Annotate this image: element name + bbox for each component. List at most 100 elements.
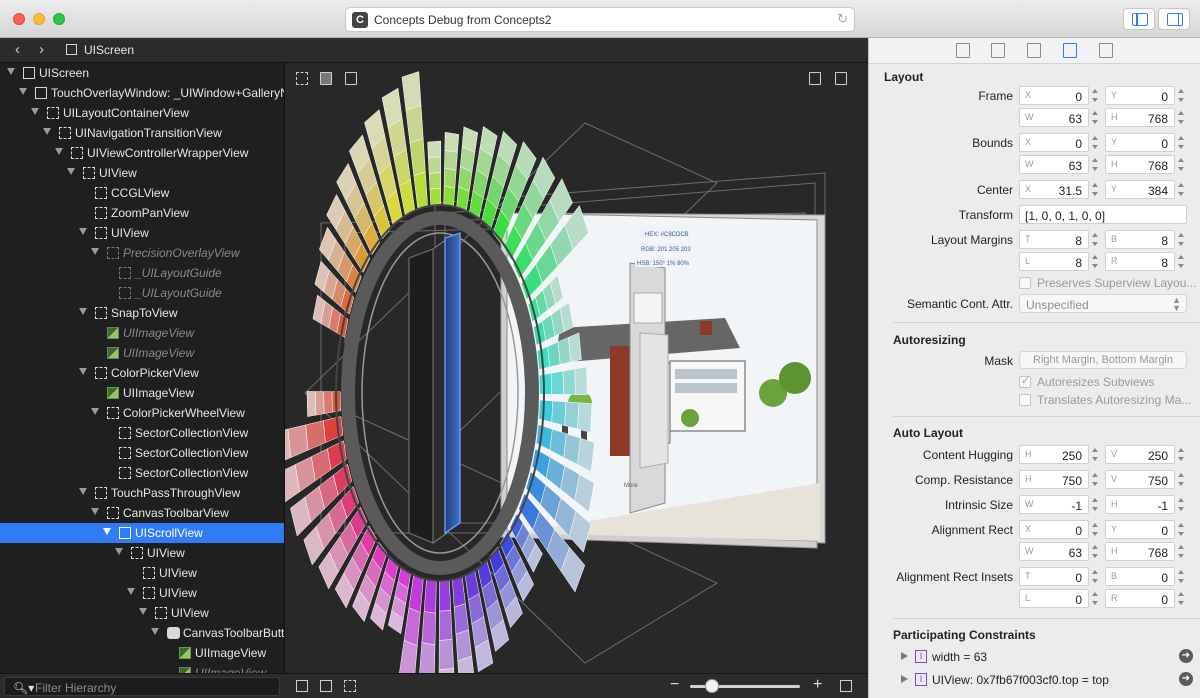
bounds-y-field[interactable]: Y0 [1105,133,1175,152]
outline-row[interactable]: UIViewControllerWrapperView [0,143,284,163]
bounds-h-field[interactable]: H 768 [1105,155,1175,174]
range-icon[interactable] [840,680,852,692]
file-inspector-icon[interactable] [956,43,970,58]
stepper[interactable] [1177,181,1185,198]
show-constraints-icon[interactable] [296,680,308,692]
intrinsic-w-field[interactable]: W -1 [1019,495,1089,514]
stepper[interactable] [1177,496,1185,513]
outline-row[interactable]: ColorPickerWheelView [0,403,284,423]
resistance-h-field[interactable]: H 750 [1019,470,1089,489]
disclosure-triangle-icon[interactable] [79,368,87,375]
disclosure-triangle-icon[interactable] [31,108,39,115]
outline-row[interactable]: SectorCollectionView [0,423,284,443]
stepper[interactable] [1091,156,1099,173]
disclosure-triangle-icon[interactable] [19,88,27,95]
go-arrow-icon[interactable]: ➜ [1179,649,1193,663]
outline-row[interactable]: CanvasToolbarView [0,503,284,523]
outline-row[interactable]: UIView [0,563,284,583]
stepper[interactable] [1177,87,1185,104]
outline-row[interactable]: UIView [0,163,284,183]
disclosure-triangle-icon[interactable] [139,608,147,615]
constraint-row[interactable]: I width = 63 ➜ [893,647,1193,667]
stepper[interactable] [1091,496,1099,513]
autoresizes-checkbox[interactable] [1019,374,1031,388]
stepper[interactable] [1177,253,1185,270]
frame-h-field[interactable]: H 768 [1105,108,1175,127]
inset-left-field[interactable]: L0 [1019,589,1089,608]
stepper[interactable] [1091,568,1099,585]
outline-row[interactable]: UINavigationTransitionView [0,123,284,143]
outline-row[interactable]: UILayoutContainerView [0,103,284,123]
disclosure-triangle-icon[interactable] [91,508,99,515]
stepper[interactable] [1177,471,1185,488]
refresh-icon[interactable]: ↻ [837,11,848,27]
disclosure-triangle-icon[interactable] [55,148,63,155]
disclosure-triangle-icon[interactable] [901,675,908,683]
align-w-field[interactable]: W 63 [1019,542,1089,561]
outline-row[interactable]: UIImageView [0,323,284,343]
stepper[interactable] [1177,446,1185,463]
search-icon[interactable]: 🔍︎▾ [13,681,34,695]
stepper[interactable] [1091,521,1099,538]
quick-help-icon[interactable] [991,43,1005,58]
filter-input[interactable]: 🔍︎▾ Filter Hierarchy [4,677,280,696]
inset-right-field[interactable]: R0 [1105,589,1175,608]
outline-row[interactable]: PrecisionOverlayView [0,243,284,263]
frame-y-field[interactable]: Y0 [1105,86,1175,105]
resistance-v-field[interactable]: V 750 [1105,470,1175,489]
align-x-field[interactable]: X0 [1019,520,1089,539]
stepper[interactable] [1177,521,1185,538]
stepper[interactable] [1091,471,1099,488]
intrinsic-h-field[interactable]: H -1 [1105,495,1175,514]
outline-row[interactable]: UIImageView [0,663,284,673]
breadcrumb[interactable]: UIScreen [84,43,134,57]
disclosure-triangle-icon[interactable] [103,528,111,535]
translates-checkbox[interactable] [1019,394,1031,406]
zoom-button[interactable] [53,13,65,25]
disclosure-triangle-icon[interactable] [151,628,159,635]
outline-row[interactable]: UIScrollView [0,523,284,543]
disclosure-triangle-icon[interactable] [79,308,87,315]
center-x-field[interactable]: X 31.5 [1019,180,1089,199]
object-inspector-icon[interactable] [1099,43,1113,58]
stepper[interactable] [1177,231,1185,248]
stepper[interactable] [1177,590,1185,607]
attributes-inspector-icon[interactable] [1027,43,1041,58]
go-arrow-icon[interactable]: ➜ [1179,672,1193,686]
align-h-field[interactable]: H 768 [1105,542,1175,561]
stepper[interactable] [1177,134,1185,151]
stepper[interactable] [1091,181,1099,198]
stepper[interactable] [1091,253,1099,270]
outline-row[interactable]: _UILayoutGuide [0,283,284,303]
stepper[interactable] [1177,568,1185,585]
inset-top-field[interactable]: T0 [1019,567,1089,586]
view-debugger-canvas[interactable]: HEX: #C8CDCB RGB: 201 205 203 HSB: 150° … [285,63,868,673]
size-inspector-icon[interactable] [1063,43,1077,58]
disclosure-triangle-icon[interactable] [115,548,123,555]
stepper[interactable] [1177,109,1185,126]
disclosure-triangle-icon[interactable] [91,248,99,255]
outline-row[interactable]: CCGLView [0,183,284,203]
mask-value[interactable]: Right Margin, Bottom Margin [1019,351,1187,369]
outline-row[interactable]: _UILayoutGuide [0,263,284,283]
show-clipped-content-icon[interactable] [344,680,356,692]
margin-top-field[interactable]: T8 [1019,230,1089,249]
spacing-slider-knob[interactable] [705,679,719,693]
preserves-superview-checkbox[interactable] [1019,277,1031,289]
outline-row[interactable]: UIImageView [0,383,284,403]
outline-row[interactable]: SectorCollectionView [0,443,284,463]
stepper[interactable] [1091,109,1099,126]
constraint-row[interactable]: I UIView: 0x7fb67f003cf0.top = top ➜ [893,670,1193,690]
margin-bottom-field[interactable]: B8 [1105,230,1175,249]
outline-row[interactable]: TouchOverlayWindow: _UIWindow+GalleryNa [0,83,284,103]
bounds-x-field[interactable]: X0 [1019,133,1089,152]
stepper[interactable] [1177,543,1185,560]
disclosure-triangle-icon[interactable] [79,488,87,495]
bounds-w-field[interactable]: W 63 [1019,155,1089,174]
disclosure-triangle-icon[interactable] [91,408,99,415]
outline-row[interactable]: SectorCollectionView [0,463,284,483]
close-button[interactable] [13,13,25,25]
outline-row[interactable]: UIView [0,223,284,243]
margin-left-field[interactable]: L8 [1019,252,1089,271]
disclosure-triangle-icon[interactable] [79,228,87,235]
